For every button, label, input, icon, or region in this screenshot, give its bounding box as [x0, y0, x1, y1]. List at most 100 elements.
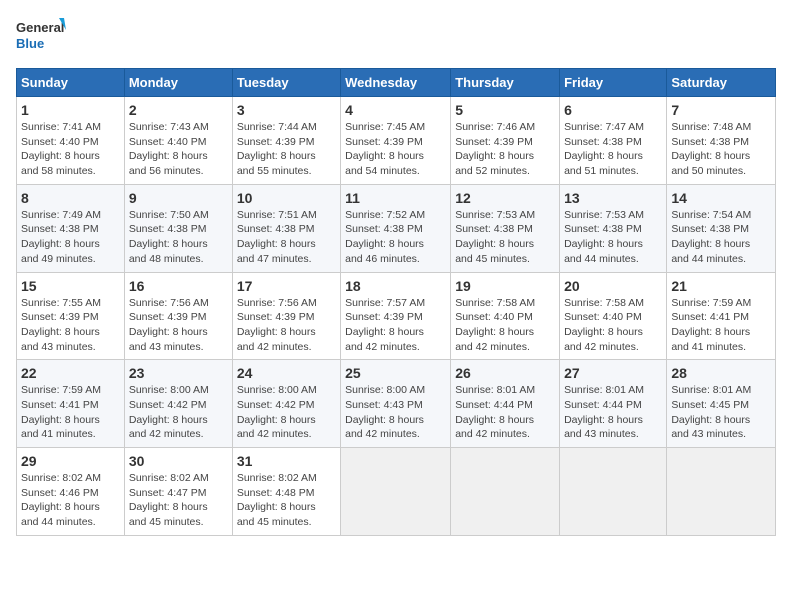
- calendar-cell: 3 Sunrise: 7:44 AMSunset: 4:39 PMDaylight…: [232, 97, 340, 185]
- day-info: Sunrise: 8:02 AMSunset: 4:46 PMDaylight:…: [21, 471, 120, 530]
- day-info: Sunrise: 7:54 AMSunset: 4:38 PMDaylight:…: [671, 208, 771, 267]
- calendar-cell: [560, 448, 667, 536]
- calendar-cell: 12 Sunrise: 7:53 AMSunset: 4:38 PMDayligh…: [451, 184, 560, 272]
- day-info: Sunrise: 8:00 AMSunset: 4:43 PMDaylight:…: [345, 383, 446, 442]
- day-number: 1: [21, 102, 120, 118]
- day-number: 23: [129, 365, 228, 381]
- day-number: 11: [345, 190, 446, 206]
- day-number: 2: [129, 102, 228, 118]
- day-info: Sunrise: 7:43 AMSunset: 4:40 PMDaylight:…: [129, 120, 228, 179]
- calendar-cell: 28Sunrise: 8:01 AMSunset: 4:45 PMDayligh…: [667, 360, 776, 448]
- calendar-row: 8 Sunrise: 7:49 AMSunset: 4:38 PMDaylight…: [17, 184, 776, 272]
- day-info: Sunrise: 7:45 AMSunset: 4:39 PMDaylight:…: [345, 120, 446, 179]
- day-number: 30: [129, 453, 228, 469]
- calendar-cell: 15 Sunrise: 7:55 AMSunset: 4:39 PMDayligh…: [17, 272, 125, 360]
- day-info: Sunrise: 7:56 AMSunset: 4:39 PMDaylight:…: [129, 296, 228, 355]
- day-info: Sunrise: 7:59 AMSunset: 4:41 PMDaylight:…: [21, 383, 120, 442]
- day-number: 16: [129, 278, 228, 294]
- day-info: Sunrise: 8:02 AMSunset: 4:47 PMDaylight:…: [129, 471, 228, 530]
- calendar-cell: 16 Sunrise: 7:56 AMSunset: 4:39 PMDayligh…: [124, 272, 232, 360]
- day-number: 15: [21, 278, 120, 294]
- day-info: Sunrise: 7:53 AMSunset: 4:38 PMDaylight:…: [564, 208, 662, 267]
- day-info: Sunrise: 7:50 AMSunset: 4:38 PMDaylight:…: [129, 208, 228, 267]
- day-number: 4: [345, 102, 446, 118]
- weekday-header-cell: Tuesday: [232, 69, 340, 97]
- day-info: Sunrise: 7:47 AMSunset: 4:38 PMDaylight:…: [564, 120, 662, 179]
- day-info: Sunrise: 7:55 AMSunset: 4:39 PMDaylight:…: [21, 296, 120, 355]
- day-info: Sunrise: 7:52 AMSunset: 4:38 PMDaylight:…: [345, 208, 446, 267]
- day-number: 18: [345, 278, 446, 294]
- calendar-cell: 1 Sunrise: 7:41 AMSunset: 4:40 PMDaylight…: [17, 97, 125, 185]
- logo-svg: General Blue: [16, 16, 66, 58]
- calendar-cell: 11 Sunrise: 7:52 AMSunset: 4:38 PMDayligh…: [341, 184, 451, 272]
- day-number: 12: [455, 190, 555, 206]
- calendar-cell: 5 Sunrise: 7:46 AMSunset: 4:39 PMDaylight…: [451, 97, 560, 185]
- calendar-cell: 18Sunrise: 7:57 AMSunset: 4:39 PMDayligh…: [341, 272, 451, 360]
- calendar-cell: 10Sunrise: 7:51 AMSunset: 4:38 PMDayligh…: [232, 184, 340, 272]
- calendar-cell: 17Sunrise: 7:56 AMSunset: 4:39 PMDayligh…: [232, 272, 340, 360]
- calendar-cell: 30 Sunrise: 8:02 AMSunset: 4:47 PMDayligh…: [124, 448, 232, 536]
- day-info: Sunrise: 7:49 AMSunset: 4:38 PMDaylight:…: [21, 208, 120, 267]
- calendar-body: 1 Sunrise: 7:41 AMSunset: 4:40 PMDaylight…: [17, 97, 776, 536]
- calendar-table: SundayMondayTuesdayWednesdayThursdayFrid…: [16, 68, 776, 536]
- day-info: Sunrise: 7:48 AMSunset: 4:38 PMDaylight:…: [671, 120, 771, 179]
- calendar-row: 15 Sunrise: 7:55 AMSunset: 4:39 PMDayligh…: [17, 272, 776, 360]
- calendar-cell: [341, 448, 451, 536]
- day-info: Sunrise: 8:01 AMSunset: 4:44 PMDaylight:…: [564, 383, 662, 442]
- calendar-cell: 4 Sunrise: 7:45 AMSunset: 4:39 PMDaylight…: [341, 97, 451, 185]
- calendar-cell: [451, 448, 560, 536]
- day-number: 21: [671, 278, 771, 294]
- calendar-row: 29 Sunrise: 8:02 AMSunset: 4:46 PMDayligh…: [17, 448, 776, 536]
- day-info: Sunrise: 7:44 AMSunset: 4:39 PMDaylight:…: [237, 120, 336, 179]
- day-number: 25: [345, 365, 446, 381]
- day-number: 9: [129, 190, 228, 206]
- svg-text:General: General: [16, 20, 64, 35]
- weekday-header-cell: Monday: [124, 69, 232, 97]
- weekday-header-cell: Wednesday: [341, 69, 451, 97]
- calendar-cell: 25 Sunrise: 8:00 AMSunset: 4:43 PMDayligh…: [341, 360, 451, 448]
- calendar-cell: 8 Sunrise: 7:49 AMSunset: 4:38 PMDaylight…: [17, 184, 125, 272]
- day-number: 24: [237, 365, 336, 381]
- day-number: 17: [237, 278, 336, 294]
- calendar-cell: 27Sunrise: 8:01 AMSunset: 4:44 PMDayligh…: [560, 360, 667, 448]
- calendar-cell: 19 Sunrise: 7:58 AMSunset: 4:40 PMDayligh…: [451, 272, 560, 360]
- day-number: 8: [21, 190, 120, 206]
- day-number: 7: [671, 102, 771, 118]
- logo: General Blue: [16, 16, 66, 58]
- calendar-cell: 29 Sunrise: 8:02 AMSunset: 4:46 PMDayligh…: [17, 448, 125, 536]
- weekday-header-cell: Friday: [560, 69, 667, 97]
- calendar-cell: 20 Sunrise: 7:58 AMSunset: 4:40 PMDayligh…: [560, 272, 667, 360]
- day-info: Sunrise: 7:46 AMSunset: 4:39 PMDaylight:…: [455, 120, 555, 179]
- day-info: Sunrise: 7:41 AMSunset: 4:40 PMDaylight:…: [21, 120, 120, 179]
- day-info: Sunrise: 8:00 AMSunset: 4:42 PMDaylight:…: [237, 383, 336, 442]
- day-info: Sunrise: 8:01 AMSunset: 4:44 PMDaylight:…: [455, 383, 555, 442]
- day-info: Sunrise: 8:01 AMSunset: 4:45 PMDaylight:…: [671, 383, 771, 442]
- day-number: 13: [564, 190, 662, 206]
- weekday-header-row: SundayMondayTuesdayWednesdayThursdayFrid…: [17, 69, 776, 97]
- day-number: 3: [237, 102, 336, 118]
- day-number: 14: [671, 190, 771, 206]
- calendar-cell: 22 Sunrise: 7:59 AMSunset: 4:41 PMDayligh…: [17, 360, 125, 448]
- calendar-cell: [667, 448, 776, 536]
- day-number: 29: [21, 453, 120, 469]
- day-info: Sunrise: 7:53 AMSunset: 4:38 PMDaylight:…: [455, 208, 555, 267]
- weekday-header-cell: Thursday: [451, 69, 560, 97]
- day-info: Sunrise: 8:02 AMSunset: 4:48 PMDaylight:…: [237, 471, 336, 530]
- calendar-cell: 7 Sunrise: 7:48 AMSunset: 4:38 PMDaylight…: [667, 97, 776, 185]
- day-info: Sunrise: 7:51 AMSunset: 4:38 PMDaylight:…: [237, 208, 336, 267]
- day-number: 20: [564, 278, 662, 294]
- calendar-cell: 23Sunrise: 8:00 AMSunset: 4:42 PMDayligh…: [124, 360, 232, 448]
- header: General Blue: [16, 16, 776, 58]
- day-number: 22: [21, 365, 120, 381]
- day-number: 31: [237, 453, 336, 469]
- calendar-cell: 31 Sunrise: 8:02 AMSunset: 4:48 PMDayligh…: [232, 448, 340, 536]
- calendar-cell: 21Sunrise: 7:59 AMSunset: 4:41 PMDayligh…: [667, 272, 776, 360]
- day-number: 5: [455, 102, 555, 118]
- day-info: Sunrise: 7:58 AMSunset: 4:40 PMDaylight:…: [455, 296, 555, 355]
- day-number: 26: [455, 365, 555, 381]
- weekday-header-cell: Saturday: [667, 69, 776, 97]
- calendar-row: 22 Sunrise: 7:59 AMSunset: 4:41 PMDayligh…: [17, 360, 776, 448]
- day-number: 19: [455, 278, 555, 294]
- svg-text:Blue: Blue: [16, 36, 44, 51]
- day-info: Sunrise: 7:58 AMSunset: 4:40 PMDaylight:…: [564, 296, 662, 355]
